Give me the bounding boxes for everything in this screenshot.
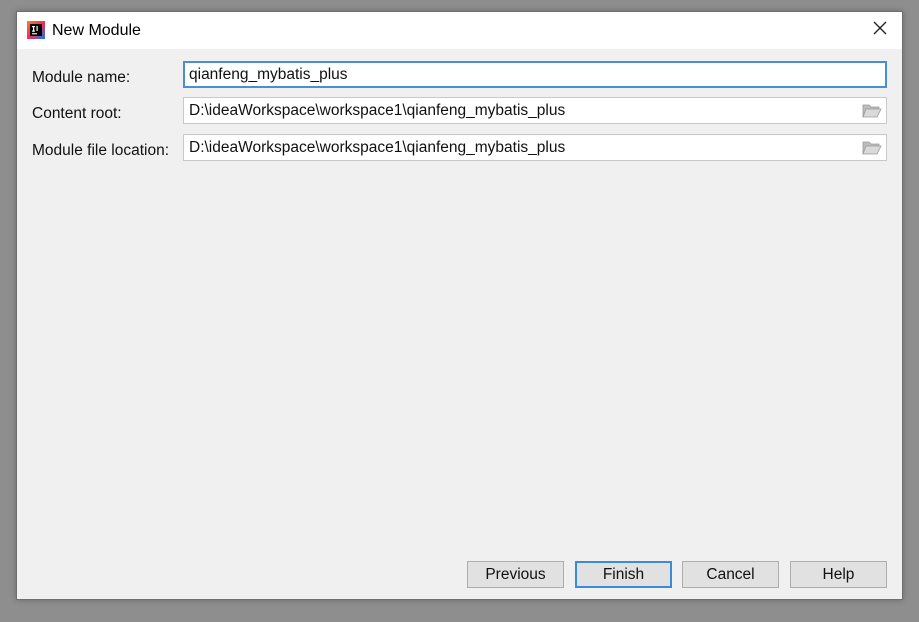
close-button[interactable] bbox=[858, 12, 902, 49]
content-root-field[interactable] bbox=[183, 97, 887, 124]
module-name-label: Module name: bbox=[32, 69, 131, 86]
title-bar: New Module bbox=[17, 12, 902, 49]
finish-button[interactable]: Finish bbox=[575, 561, 672, 588]
module-file-location-input[interactable] bbox=[189, 135, 849, 160]
content-root-label: Content root: bbox=[32, 105, 122, 122]
module-file-location-label: Module file location: bbox=[32, 142, 169, 159]
previous-button[interactable]: Previous bbox=[467, 561, 564, 588]
intellij-idea-icon bbox=[27, 21, 45, 39]
close-icon bbox=[873, 21, 887, 40]
help-button[interactable]: Help bbox=[790, 561, 887, 588]
window-title: New Module bbox=[52, 22, 141, 39]
content-root-input[interactable] bbox=[189, 98, 849, 123]
module-name-input[interactable] bbox=[189, 63, 849, 86]
module-name-field[interactable] bbox=[183, 61, 887, 88]
module-file-location-field[interactable] bbox=[183, 134, 887, 161]
folder-open-icon[interactable] bbox=[862, 140, 882, 156]
cancel-button[interactable]: Cancel bbox=[682, 561, 779, 588]
new-module-dialog: New Module Module name: Content root: Mo… bbox=[16, 11, 903, 600]
folder-open-icon[interactable] bbox=[862, 103, 882, 119]
